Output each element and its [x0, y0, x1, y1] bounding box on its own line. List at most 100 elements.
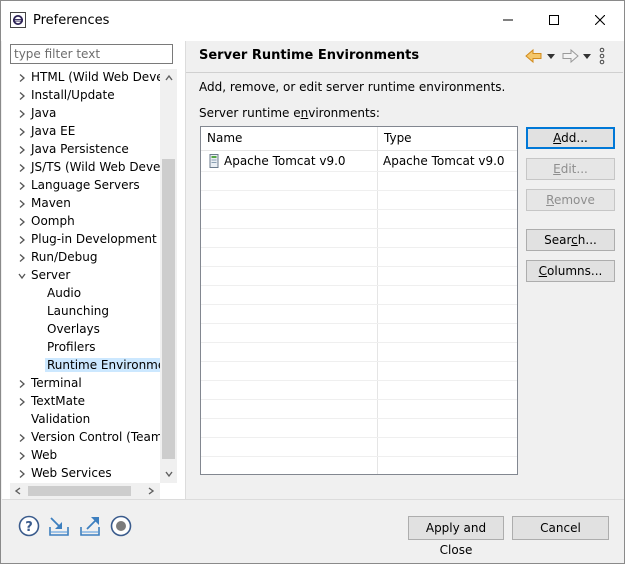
add-button[interactable]: Add... — [526, 127, 615, 149]
tree-item[interactable]: TextMate — [2, 393, 160, 411]
page-title: Server Runtime Environments — [199, 48, 420, 63]
back-arrow-icon[interactable] — [525, 48, 543, 64]
scroll-down-icon[interactable] — [163, 468, 175, 480]
search-button[interactable]: Search... — [526, 229, 615, 251]
tree-item[interactable]: Web Services — [2, 465, 160, 483]
chevron-right-icon[interactable] — [17, 163, 27, 173]
tree-item[interactable]: Runtime Environmen — [2, 357, 160, 375]
tree-item[interactable]: Maven — [2, 195, 160, 213]
tree-item[interactable]: Version Control (Team) — [2, 429, 160, 447]
forward-menu-dropdown-icon[interactable] — [583, 52, 591, 60]
runtime-environments-table[interactable]: Name Type Apache Tomcat v9.0 Apache Tomc… — [200, 126, 518, 475]
chevron-right-icon[interactable] — [17, 469, 27, 479]
apply-and-close-button[interactable]: Apply and Close — [408, 516, 504, 557]
tree-item[interactable]: Audio — [2, 285, 160, 303]
chevron-right-icon[interactable] — [17, 181, 27, 191]
tree-item[interactable]: Run/Debug — [2, 249, 160, 267]
tree-item[interactable]: Java Persistence — [2, 141, 160, 159]
tree-item[interactable]: Oomph — [2, 213, 160, 231]
chevron-right-icon[interactable] — [17, 433, 27, 443]
import-preferences-icon[interactable] — [47, 514, 71, 538]
chevron-right-icon[interactable] — [17, 217, 27, 227]
preference-navigation: HTML (Wild Web Develc Install/Update Java J… — [2, 41, 185, 499]
tree-item-label: Java — [31, 106, 57, 120]
maximize-button[interactable] — [531, 1, 577, 41]
columns-button[interactable]: Columns... — [526, 260, 615, 282]
tree-item-label: Maven — [31, 196, 71, 210]
chevron-right-icon[interactable] — [17, 91, 27, 101]
title-bar[interactable]: Preferences — [1, 1, 624, 41]
close-button[interactable] — [577, 1, 623, 41]
chevron-down-icon[interactable] — [17, 271, 27, 281]
tree-item[interactable]: JS/TS (Wild Web Develc — [2, 159, 160, 177]
view-menu-icon[interactable] — [599, 47, 605, 65]
help-icon[interactable]: ? — [17, 514, 41, 538]
title-separator — [186, 72, 623, 73]
chevron-right-icon[interactable] — [17, 73, 27, 83]
table-grid-line — [201, 190, 517, 191]
window-title: Preferences — [33, 13, 110, 28]
maximize-icon — [549, 15, 559, 25]
tree-vertical-scrollbar[interactable] — [160, 69, 177, 483]
vertical-scroll-thumb[interactable] — [162, 159, 175, 459]
chevron-right-icon[interactable] — [17, 109, 27, 119]
edit-button[interactable]: Edit... — [526, 158, 615, 180]
scroll-left-icon[interactable] — [12, 485, 24, 497]
scroll-right-icon[interactable] — [145, 485, 157, 497]
table-grid-line — [201, 323, 517, 324]
chevron-right-icon[interactable] — [17, 451, 27, 461]
record-icon[interactable] — [109, 514, 133, 538]
tree-item[interactable]: Overlays — [2, 321, 160, 339]
tree-item[interactable]: Web — [2, 447, 160, 465]
server-runtime-icon — [209, 154, 219, 168]
tree-item-label: Version Control (Team) — [31, 430, 160, 444]
tree-item[interactable]: Launching — [2, 303, 160, 321]
tree-item-label: Runtime Environmen — [45, 358, 160, 372]
close-icon — [595, 15, 605, 25]
tree-item-label: Run/Debug — [31, 250, 98, 264]
tree-item[interactable]: Validation — [2, 411, 160, 429]
table-grid-line — [201, 171, 517, 172]
page-description: Add, remove, or edit server runtime envi… — [199, 80, 506, 94]
scroll-up-icon[interactable] — [163, 72, 175, 84]
chevron-right-icon[interactable] — [17, 379, 27, 389]
tree-item-label: Profilers — [47, 340, 96, 354]
table-grid-line — [201, 342, 517, 343]
column-header-name[interactable]: Name — [201, 127, 377, 149]
tree-item[interactable]: Plug-in Development — [2, 231, 160, 249]
chevron-right-icon[interactable] — [17, 253, 27, 263]
tree-item[interactable]: Terminal — [2, 375, 160, 393]
minimize-icon — [503, 19, 513, 21]
tree-item[interactable]: Install/Update — [2, 87, 160, 105]
filter-input[interactable] — [10, 44, 173, 64]
dialog-footer: ? Apply and Close Cancel — [2, 500, 624, 563]
tree-item-label: Overlays — [47, 322, 100, 336]
chevron-right-icon[interactable] — [17, 127, 27, 137]
tree-item-label: Audio — [47, 286, 82, 300]
tree-item[interactable]: Server — [2, 267, 160, 285]
tree-item-label: Language Servers — [31, 178, 140, 192]
tree-item[interactable]: HTML (Wild Web Develc — [2, 69, 160, 87]
export-preferences-icon[interactable] — [78, 514, 102, 538]
cancel-button[interactable]: Cancel — [512, 516, 609, 540]
tree-item[interactable]: Language Servers — [2, 177, 160, 195]
remove-button[interactable]: Remove — [526, 189, 615, 211]
tree-item[interactable]: Java EE — [2, 123, 160, 141]
row-type-cell: Apache Tomcat v9.0 — [383, 154, 505, 168]
preference-tree: HTML (Wild Web Develc Install/Update Java J… — [2, 69, 160, 483]
tree-item-label: Server — [31, 268, 71, 282]
minimize-button[interactable] — [485, 1, 531, 41]
tree-item[interactable]: Java — [2, 105, 160, 123]
chevron-right-icon[interactable] — [17, 145, 27, 155]
horizontal-scroll-thumb[interactable] — [28, 486, 131, 496]
chevron-right-icon[interactable] — [17, 397, 27, 407]
tree-horizontal-scrollbar[interactable] — [10, 483, 160, 499]
chevron-right-icon[interactable] — [17, 199, 27, 209]
eclipse-app-icon — [10, 12, 26, 28]
back-menu-dropdown-icon[interactable] — [547, 52, 555, 60]
tree-item[interactable]: Profilers — [2, 339, 160, 357]
table-grid-line — [201, 399, 517, 400]
column-header-type[interactable]: Type — [378, 127, 517, 149]
chevron-right-icon[interactable] — [17, 235, 27, 245]
forward-arrow-icon[interactable] — [561, 48, 579, 64]
